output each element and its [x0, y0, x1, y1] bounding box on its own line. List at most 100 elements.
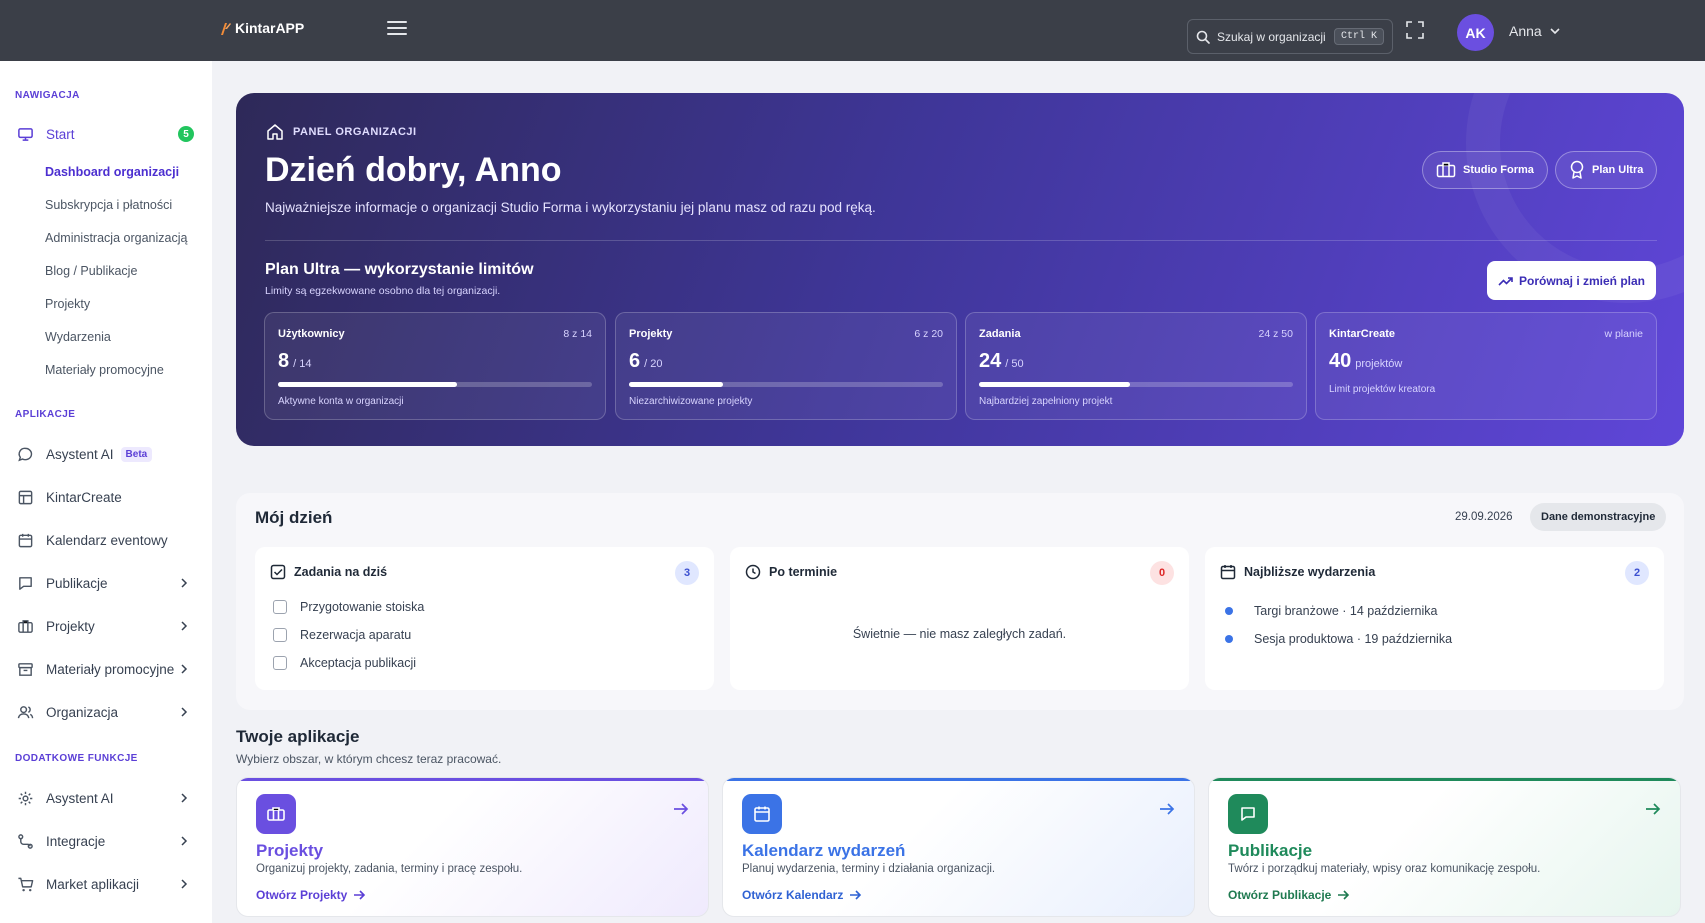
task-label: Akceptacja publikacji	[300, 656, 417, 670]
arrow-right-icon	[354, 890, 366, 900]
limit-name: Zadania	[979, 328, 1021, 340]
sidebar-subitem-promo[interactable]: Materiały promocyjne	[45, 363, 164, 377]
task-checkbox[interactable]	[273, 656, 287, 670]
upcoming-events-card: Najbliższe wydarzenia 2 Targi branżowe ·…	[1205, 547, 1664, 690]
clock-icon	[745, 564, 761, 580]
app-name: KintarAPP	[235, 20, 305, 36]
task-label: Rezerwacja aparatu	[300, 628, 412, 642]
sidebar-subitem-blog[interactable]: Blog / Publikacje	[45, 264, 137, 278]
app-card-publications[interactable]: Publikacje Twórz i porządkuj materiały, …	[1208, 777, 1681, 917]
sidebar-subitem-subscription[interactable]: Subskrypcja i płatności	[45, 198, 172, 212]
app-card-accent	[1209, 778, 1680, 781]
hero-label: PANEL ORGANIZACJI	[265, 122, 417, 142]
sidebar-item-app-market[interactable]: Market aplikacji	[0, 867, 212, 901]
fullscreen-icon	[1406, 21, 1424, 39]
limit-card-tasks: Zadania 24 z 50 24/ 50 Najbardziej zapeł…	[965, 312, 1307, 420]
plan-usage-title: Plan Ultra — wykorzystanie limitów	[265, 261, 534, 278]
sidebar-item-kintarcreate[interactable]: KintarCreate	[0, 480, 212, 514]
hero-divider	[265, 240, 1657, 241]
sidebar-item-label: Asystent AI	[46, 790, 114, 806]
app-name: Kalendarz wydarzeń	[742, 841, 906, 860]
sidebar-item-projects[interactable]: Projekty	[0, 609, 212, 643]
sidebar-item-integrations[interactable]: Integracje	[0, 824, 212, 858]
overdue-card: Po terminie 0 Świetnie — nie masz zaległ…	[730, 547, 1189, 690]
organization-pill-label: Studio Forma	[1463, 164, 1534, 176]
checkbox-icon	[270, 564, 286, 580]
app-card-calendar[interactable]: Kalendarz wydarzeń Planuj wydarzenia, te…	[722, 777, 1195, 917]
app-link-label: Otwórz Publikacje	[1228, 888, 1332, 902]
limit-name: Projekty	[629, 328, 673, 340]
app-description: Twórz i porządkuj materiały, wpisy oraz …	[1228, 863, 1541, 875]
limit-note: Niezarchiwizowane projekty	[629, 396, 753, 407]
app-icon	[256, 794, 296, 834]
limit-card-kintarcreate: KintarCreate w planie 40 projektów Limit …	[1315, 312, 1657, 420]
limit-name: Użytkownicy	[278, 328, 345, 340]
arrow-right-icon	[1338, 890, 1350, 900]
task-item[interactable]: Rezerwacja aparatu	[273, 628, 411, 642]
search-input[interactable]: Szukaj w organizacji Ctrl K	[1187, 19, 1393, 54]
chevron-right-icon	[181, 621, 188, 631]
sidebar-subitem-projects[interactable]: Projekty	[45, 297, 90, 311]
upcoming-events-header: Najbliższe wydarzenia	[1220, 564, 1375, 580]
compare-plan-label: Porównaj i zmień plan	[1518, 273, 1646, 288]
sidebar-subitem-administration[interactable]: Administracja organizacją	[45, 231, 187, 245]
app-icon	[742, 794, 782, 834]
task-item[interactable]: Akceptacja publikacji	[273, 656, 416, 670]
hero-description: Najważniejsze informacje o organizacji S…	[265, 200, 876, 215]
calendar-icon	[754, 806, 770, 822]
sidebar-item-ai-assistant[interactable]: Asystent AI Beta	[0, 437, 212, 471]
overdue-title: Po terminie	[769, 565, 838, 579]
archive-icon	[18, 662, 33, 676]
award-icon	[1570, 160, 1584, 179]
plan-pill[interactable]: Plan Ultra	[1555, 151, 1658, 189]
limit-progress-bar	[629, 382, 943, 387]
chevron-down-icon	[1550, 28, 1560, 35]
app-card-projects[interactable]: Projekty Organizuj projekty, zadania, te…	[236, 777, 709, 917]
limit-progress-fill	[979, 382, 1130, 387]
sidebar-item-publications[interactable]: Publikacje	[0, 566, 212, 600]
event-item[interactable]: Sesja produktowa · 19 października	[1225, 632, 1452, 646]
task-item[interactable]: Przygotowanie stoiska	[273, 600, 424, 614]
menu-toggle-button[interactable]	[387, 20, 411, 40]
event-item[interactable]: Targi branżowe · 14 października	[1225, 604, 1437, 618]
sidebar-item-label: Integracje	[46, 833, 106, 849]
fullscreen-button[interactable]	[1406, 21, 1426, 41]
beta-badge: Beta	[120, 446, 153, 462]
sidebar-item-promo-materials[interactable]: Materiały promocyjne	[0, 652, 212, 686]
sidebar-item-label: Market aplikacji	[46, 876, 140, 892]
overdue-count-badge: 0	[1150, 561, 1174, 585]
event-label: Targi branżowe · 14 października	[1254, 604, 1438, 618]
avatar[interactable]: AK	[1457, 14, 1494, 51]
top-bar: KintarAPP Szukaj w organizacji Ctrl K AK…	[0, 0, 1705, 61]
sidebar-item-organization[interactable]: Organizacja	[0, 695, 212, 729]
sidebar-section-apps: APLIKACJE	[15, 409, 76, 420]
open-calendar-link[interactable]: Otwórz Kalendarz	[742, 888, 862, 902]
app-logo[interactable]: KintarAPP	[219, 20, 304, 36]
chevron-right-icon	[181, 707, 188, 717]
limit-note: Najbardziej zapełniony projekt	[979, 396, 1113, 407]
compare-plan-button[interactable]: Porównaj i zmień plan	[1487, 261, 1656, 300]
sidebar-item-label: KintarCreate	[46, 489, 122, 505]
sidebar-item-label: Publikacje	[46, 575, 108, 591]
sidebar-item-calendar[interactable]: Kalendarz eventowy	[0, 523, 212, 557]
user-menu[interactable]: Anna	[1509, 23, 1560, 39]
search-placeholder: Szukaj w organizacji	[1217, 29, 1326, 44]
sidebar-item-ai-settings[interactable]: Asystent AI	[0, 781, 212, 815]
sidebar-subitem-dashboard[interactable]: Dashboard organizacji	[45, 165, 179, 179]
task-checkbox[interactable]	[273, 628, 287, 642]
sidebar-subitem-events[interactable]: Wydarzenia	[45, 330, 111, 344]
search-shortcut: Ctrl K	[1333, 28, 1384, 45]
app-name: Projekty	[256, 841, 324, 860]
apps-section-subtitle: Wybierz obszar, w którym chcesz teraz pr…	[236, 752, 502, 766]
task-checkbox[interactable]	[273, 600, 287, 614]
organization-pill[interactable]: Studio Forma	[1422, 151, 1548, 189]
open-projects-link[interactable]: Otwórz Projekty	[256, 888, 366, 902]
briefcase-icon	[1436, 162, 1456, 178]
app-description: Planuj wydarzenia, terminy i działania o…	[742, 863, 996, 875]
app-description: Organizuj projekty, zadania, terminy i p…	[256, 863, 523, 875]
monitor-icon	[18, 127, 33, 141]
limit-progress-fill	[278, 382, 458, 387]
chevron-right-icon	[181, 664, 188, 674]
open-publications-link[interactable]: Otwórz Publikacje	[1228, 888, 1350, 902]
sidebar-item-start[interactable]: Start 5	[0, 117, 212, 151]
